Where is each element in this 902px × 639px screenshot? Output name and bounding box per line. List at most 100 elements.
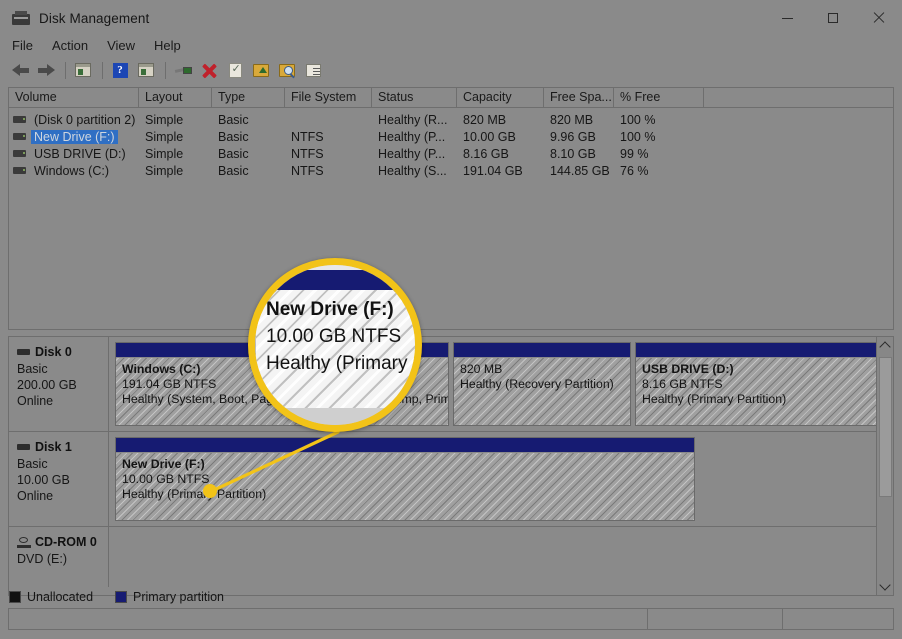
partition-body: New Drive (F:) 10.00 GB NTFS Healthy (Pr… [116, 453, 694, 520]
cell-type: Basic [218, 163, 249, 178]
cell-free-space: 9.96 GB [550, 129, 596, 144]
properties-pointer-icon [174, 65, 192, 76]
cell-status: Healthy (P... [378, 146, 446, 161]
disk-management-window: Disk Management File Action View Help ? [0, 0, 902, 639]
partition-size: 8.16 GB NTFS [642, 377, 723, 391]
title-bar: Disk Management [0, 0, 902, 36]
column-header-status[interactable]: Status [372, 88, 457, 107]
partition-status: Healthy (Primary Partition) [122, 487, 267, 501]
cell-volume: Windows (C:) [9, 164, 139, 178]
cell-layout: Simple [145, 112, 184, 127]
table-row[interactable]: USB DRIVE (D:) Simple Basic NTFS Healthy… [9, 145, 893, 162]
toolbar-separator-1 [65, 61, 66, 79]
show-hide-action-pane-icon [138, 63, 154, 77]
legend: Unallocated Primary partition [9, 588, 893, 606]
column-header-file-system[interactable]: File System [285, 88, 372, 107]
list-view-icon [305, 63, 321, 77]
legend-label-unallocated: Unallocated [27, 590, 94, 604]
close-button[interactable] [856, 0, 902, 36]
help-icon: ? [112, 62, 128, 78]
cell-volume: USB DRIVE (D:) [9, 147, 139, 161]
chevron-up-icon [879, 341, 891, 353]
partition-recovery[interactable]: 820 MB Healthy (Recovery Partition) [453, 342, 631, 426]
legend-swatch-primary-partition [115, 591, 128, 603]
show-hide-console-tree-icon [75, 63, 91, 77]
disk-row-disk-1[interactable]: Disk 1 Basic 10.00 GB Online New Drive (… [9, 432, 893, 527]
disk-state: Online [17, 394, 54, 408]
cell-free-space: 820 MB [550, 112, 594, 127]
status-pane-1 [9, 609, 648, 629]
cell-status: Healthy (P... [378, 129, 446, 144]
close-icon [873, 12, 885, 24]
column-header-layout[interactable]: Layout [139, 88, 212, 107]
properties-button[interactable] [171, 59, 195, 81]
disk-partitions-disk-1: New Drive (F:) 10.00 GB NTFS Healthy (Pr… [109, 432, 893, 526]
partition-usb-drive-d[interactable]: USB DRIVE (D:) 8.16 GB NTFS Healthy (Pri… [635, 342, 886, 426]
table-row[interactable]: (Disk 0 partition 2) Simple Basic Health… [9, 111, 893, 128]
disk-row-disk-0[interactable]: Disk 0 Basic 200.00 GB Online Windows (C… [9, 337, 893, 432]
maximize-button[interactable] [810, 0, 856, 36]
cell-layout: Simple [145, 146, 184, 161]
cell-capacity: 191.04 GB [463, 163, 523, 178]
delete-icon [202, 63, 217, 78]
help-button[interactable]: ? [108, 59, 132, 81]
partition-new-drive-f[interactable]: New Drive (F:) 10.00 GB NTFS Healthy (Pr… [115, 437, 695, 521]
magnifier-content: New Drive (F:) 10.00 GB NTFS Healthy (Pr… [255, 265, 415, 425]
disk-management-icon [12, 11, 30, 25]
partition-label: New Drive (F:) [122, 457, 205, 471]
scroll-up-button[interactable] [877, 337, 893, 354]
magnifier-line-size: 10.00 GB NTFS [266, 326, 402, 347]
column-header-volume[interactable]: Volume [9, 88, 139, 107]
forward-button[interactable] [34, 59, 58, 81]
menu-action[interactable]: Action [52, 37, 97, 55]
column-header-filler [704, 88, 893, 107]
minimize-button[interactable] [764, 0, 810, 36]
delete-button[interactable] [197, 59, 221, 81]
column-header-percent-free[interactable]: % Free [614, 88, 704, 107]
column-header-free-space[interactable]: Free Spa... [544, 88, 614, 107]
folder-search-button[interactable] [275, 59, 299, 81]
cell-volume: New Drive (F:) [9, 129, 139, 144]
table-row[interactable]: Windows (C:) Simple Basic NTFS Healthy (… [9, 162, 893, 179]
cell-free-space: 8.10 GB [550, 146, 596, 161]
disk-title: Disk 1 [17, 440, 108, 454]
cell-capacity: 8.16 GB [463, 146, 509, 161]
column-header-capacity[interactable]: Capacity [457, 88, 544, 107]
disk-title: Disk 0 [17, 345, 108, 359]
document-check-button[interactable] [223, 59, 247, 81]
disk-info-cdrom-0: CD-ROM 0 DVD (E:) [9, 527, 109, 587]
volume-label: Windows (C:) [34, 163, 110, 178]
disk-title: CD-ROM 0 [17, 535, 108, 549]
table-row[interactable]: New Drive (F:) Simple Basic NTFS Healthy… [9, 128, 893, 145]
disk-row-cdrom-0[interactable]: CD-ROM 0 DVD (E:) [9, 527, 893, 587]
cell-percent-free: 100 % [620, 129, 656, 144]
list-view-button[interactable] [301, 59, 325, 81]
magnifier-capacity-bar [255, 270, 415, 292]
cell-status: Healthy (R... [378, 112, 448, 127]
disk-partitions-disk-0: Windows (C:) 191.04 GB NTFS Healthy (Sys… [109, 337, 893, 431]
show-hide-console-tree-button[interactable] [71, 59, 95, 81]
disk-size: 10.00 GB [17, 473, 70, 487]
show-hide-action-pane-button[interactable] [134, 59, 158, 81]
column-header-type[interactable]: Type [212, 88, 285, 107]
legend-label-primary-partition: Primary partition [133, 590, 225, 604]
hdd-icon [17, 444, 30, 450]
magnifier-partition-body: New Drive (F:) 10.00 GB NTFS Healthy (Pr… [255, 290, 415, 408]
hdd-icon [17, 349, 30, 355]
folder-up-button[interactable] [249, 59, 273, 81]
scrollbar-thumb[interactable] [879, 357, 892, 497]
magnifier-callout: New Drive (F:) 10.00 GB NTFS Healthy (Pr… [248, 258, 422, 432]
graphical-view-scrollbar[interactable] [876, 337, 893, 595]
menu-help[interactable]: Help [154, 37, 190, 55]
volume-list-pane: Volume Layout Type File System Status Ca… [8, 87, 894, 330]
disk-state: Online [17, 489, 54, 503]
menu-bar: File Action View Help [0, 36, 902, 56]
menu-view[interactable]: View [107, 37, 144, 55]
disk-info-disk-0: Disk 0 Basic 200.00 GB Online [9, 337, 109, 431]
menu-file[interactable]: File [12, 37, 42, 55]
folder-up-icon [253, 63, 269, 77]
cell-type: Basic [218, 129, 249, 144]
toolbar-separator-3 [165, 61, 166, 79]
back-button[interactable] [8, 59, 32, 81]
document-check-icon [228, 62, 242, 78]
